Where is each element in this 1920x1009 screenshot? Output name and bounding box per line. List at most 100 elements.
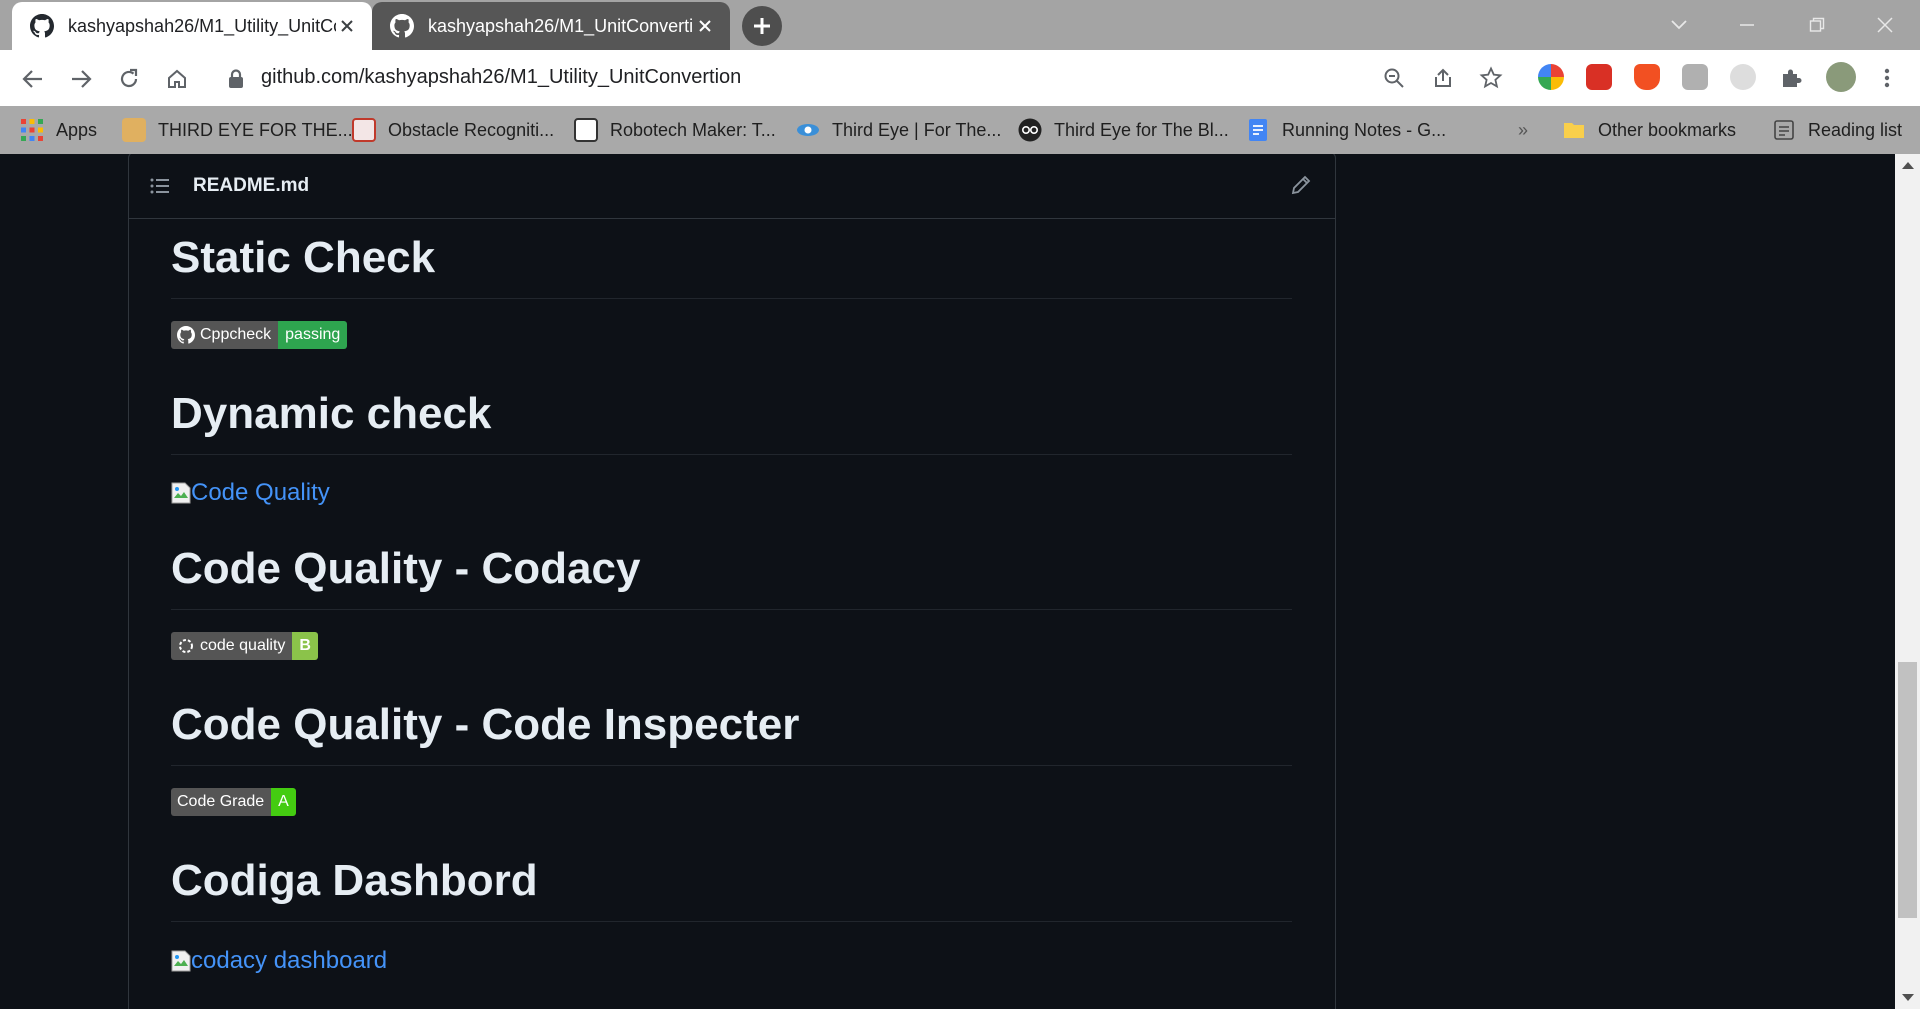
bookmark-item[interactable]: Third Eye | For The... — [796, 116, 1001, 144]
list-icon[interactable] — [149, 175, 171, 197]
bookmark-label: Apps — [56, 119, 98, 140]
bookmark-label: Third Eye for The Bl... — [1054, 119, 1229, 140]
page-scrollbar[interactable] — [1895, 154, 1920, 1009]
reading-list[interactable]: Reading list — [1772, 116, 1902, 144]
bookmark-item[interactable]: THIRD EYE FOR THE... — [122, 116, 353, 144]
close-window-button[interactable] — [1868, 8, 1902, 42]
extension-shield-icon[interactable] — [1634, 64, 1660, 90]
extension-icon[interactable] — [1682, 64, 1708, 90]
browser-toolbar: github.com/kashyapshah26/M1_Utility_Unit… — [0, 50, 1920, 106]
scroll-up-arrow-icon[interactable] — [1902, 162, 1914, 169]
badge-left: code quality — [171, 632, 293, 660]
reading-list-label: Reading list — [1808, 119, 1903, 140]
section-heading: Static Check — [171, 233, 436, 282]
pencil-icon[interactable] — [1289, 173, 1313, 197]
bookmark-item[interactable]: Robotech Maker: T... — [574, 116, 776, 144]
readme-header: README.md — [129, 154, 1335, 219]
tab-title: kashyapshah26/M1_UnitConverti — [428, 15, 694, 36]
close-tab-icon[interactable] — [336, 15, 358, 37]
bookmark-label: Running Notes - G... — [1282, 119, 1447, 140]
bookmark-label: Robotech Maker: T... — [610, 119, 776, 140]
chevron-double-right-icon: » — [1518, 119, 1529, 140]
badge-status: passing — [278, 321, 348, 349]
scroll-down-arrow-icon[interactable] — [1902, 994, 1914, 1001]
image-alt-text: Code Quality — [191, 479, 330, 506]
extension-icon[interactable] — [1730, 64, 1756, 90]
bookmark-item[interactable]: Obstacle Recogniti... — [352, 116, 554, 144]
badge-label: Cppcheck — [200, 326, 272, 343]
zoom-button[interactable] — [1379, 63, 1409, 93]
bookmarks-bar: Apps THIRD EYE FOR THE... Obstacle Recog… — [0, 106, 1920, 154]
plus-icon — [754, 18, 770, 34]
back-button[interactable] — [16, 62, 50, 96]
chevron-down-icon — [1671, 20, 1687, 30]
bookmarks-overflow-button[interactable]: » — [1518, 116, 1528, 144]
badge-grade: A — [271, 788, 296, 816]
extensions-button[interactable] — [1776, 63, 1806, 93]
broken-image-icon — [171, 950, 191, 972]
section-heading: Code Quality - Codacy — [171, 544, 641, 593]
heading-divider — [171, 765, 1292, 766]
code-quality-image-link[interactable]: Code Quality — [171, 479, 330, 507]
avatar[interactable] — [1826, 62, 1856, 92]
home-button[interactable] — [160, 62, 194, 96]
share-icon — [1435, 68, 1451, 87]
apps-grid-icon — [21, 119, 43, 141]
codacy-dashboard-image-link[interactable]: codacy dashboard — [171, 947, 387, 975]
tab-strip: kashyapshah26/M1_Utility_UnitCo kashyaps… — [0, 0, 1920, 50]
bookmark-label: Third Eye | For The... — [832, 119, 1002, 140]
other-bookmarks[interactable]: Other bookmarks — [1562, 116, 1736, 144]
bookmark-label: THIRD EYE FOR THE... — [158, 119, 353, 140]
reload-button[interactable] — [112, 62, 146, 96]
bookmark-item[interactable]: Third Eye for The Bl... — [1018, 116, 1229, 144]
section-heading: Codiga Dashbord — [171, 856, 538, 905]
heading-divider — [171, 298, 1292, 299]
minimize-button[interactable] — [1730, 8, 1764, 42]
folder-icon — [1564, 123, 1584, 138]
forward-button[interactable] — [64, 62, 98, 96]
bookmark-apps[interactable]: Apps — [20, 116, 97, 144]
lock-icon[interactable] — [227, 69, 245, 89]
codacy-badge[interactable]: code quality B — [171, 632, 318, 660]
close-tab-icon[interactable] — [694, 15, 716, 37]
tab-search-button[interactable] — [1662, 8, 1696, 42]
badge-label: code quality — [200, 637, 286, 654]
arrow-left-icon — [22, 70, 42, 88]
heading-divider — [171, 921, 1292, 922]
section-heading: Code Quality - Code Inspecter — [171, 700, 800, 749]
code-grade-badge[interactable]: Code Grade A — [171, 788, 296, 816]
badge-left: Cppcheck — [171, 321, 279, 349]
image-alt-text: codacy dashboard — [191, 947, 388, 974]
github-icon — [390, 14, 414, 38]
new-tab-button[interactable] — [742, 6, 782, 46]
address-bar[interactable]: github.com/kashyapshah26/M1_Utility_Unit… — [261, 66, 741, 89]
tab-active[interactable]: kashyapshah26/M1_Utility_UnitCo — [12, 2, 372, 50]
badge-label: Code Grade — [171, 788, 272, 816]
home-icon — [168, 69, 186, 88]
github-icon — [30, 14, 54, 38]
bookmark-favicon — [352, 118, 376, 142]
cppcheck-badge[interactable]: Cppcheck passing — [171, 321, 348, 349]
tab-title: kashyapshah26/M1_Utility_UnitCo — [68, 15, 336, 36]
extension-icon[interactable] — [1586, 64, 1612, 90]
heading-divider — [171, 609, 1292, 610]
extension-icon[interactable] — [1538, 64, 1564, 90]
scrollbar-thumb[interactable] — [1898, 662, 1917, 918]
restore-icon — [1809, 17, 1825, 32]
bookmark-item[interactable]: Running Notes - G... — [1246, 116, 1446, 144]
restore-button[interactable] — [1800, 8, 1834, 42]
tab-inactive[interactable]: kashyapshah26/M1_UnitConverti — [372, 2, 730, 50]
readme-filename: README.md — [193, 175, 310, 196]
bookmark-favicon — [122, 118, 146, 142]
more-vertical-icon — [1884, 68, 1890, 88]
share-button[interactable] — [1428, 63, 1458, 93]
other-bookmarks-label: Other bookmarks — [1598, 119, 1737, 140]
menu-button[interactable] — [1872, 63, 1902, 93]
bookmark-star-button[interactable] — [1476, 63, 1506, 93]
star-icon — [1479, 66, 1503, 89]
reading-list-icon — [1774, 120, 1794, 140]
codacy-icon — [179, 639, 193, 653]
arrow-right-icon — [72, 70, 92, 88]
github-icon — [177, 326, 195, 344]
reload-icon — [120, 68, 138, 88]
